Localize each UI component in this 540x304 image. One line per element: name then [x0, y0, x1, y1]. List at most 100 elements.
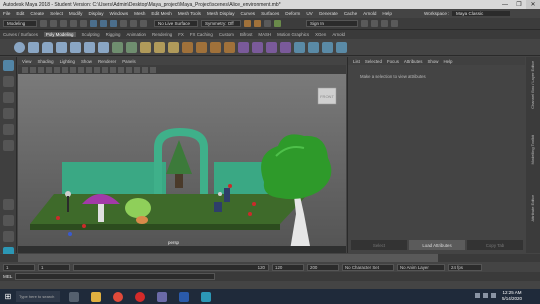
separate-icon[interactable]: [154, 41, 165, 53]
lasso-tool-icon[interactable]: [3, 76, 14, 87]
move-tool-icon[interactable]: [3, 108, 14, 119]
render-settings-icon[interactable]: [264, 20, 271, 27]
multi-cut-icon[interactable]: [266, 41, 277, 53]
live-surface-field[interactable]: No Live Surface: [154, 20, 198, 27]
character-set-dropdown[interactable]: No Character Set: [342, 263, 394, 271]
extract-icon[interactable]: [168, 41, 179, 53]
tool-settings-icon[interactable]: [381, 20, 388, 27]
select-hierarchy-icon[interactable]: [90, 20, 97, 27]
menu-curves[interactable]: Curves: [241, 11, 256, 16]
menu-select[interactable]: Select: [50, 11, 63, 16]
end-time-field[interactable]: 200: [307, 263, 339, 271]
taskbar-clock[interactable]: 12:25 AM 5/14/2020: [502, 290, 522, 302]
snap-grid-icon[interactable]: [120, 20, 127, 27]
windows-start-icon[interactable]: ⊞: [2, 291, 14, 303]
open-scene-icon[interactable]: [50, 20, 57, 27]
modeling-toolkit-icon[interactable]: [361, 20, 368, 27]
viewport-scene[interactable]: FRONT: [18, 74, 346, 250]
menu-file[interactable]: File: [3, 11, 10, 16]
menu-generate[interactable]: Generate: [319, 11, 338, 16]
menu-uv[interactable]: UV: [306, 11, 312, 16]
resolution-gate-icon[interactable]: [62, 66, 68, 73]
poly-cone-icon[interactable]: [56, 41, 67, 53]
vp-menu-renderer[interactable]: Renderer: [98, 59, 116, 64]
workspace-dropdown[interactable]: Maya Classic: [452, 11, 510, 16]
ae-menu-show[interactable]: Show: [427, 59, 438, 64]
battery-icon[interactable]: [491, 293, 496, 298]
shelf-tab-poly-modeling[interactable]: Poly Modeling: [43, 32, 76, 37]
mel-label[interactable]: MEL: [3, 274, 12, 279]
volume-icon[interactable]: [483, 293, 488, 298]
target-weld-icon[interactable]: [280, 41, 291, 53]
ambient-occlusion-icon[interactable]: [110, 66, 116, 73]
explorer-icon[interactable]: [88, 290, 104, 303]
viewcube[interactable]: FRONT: [317, 87, 337, 105]
automatic-uv-icon[interactable]: [336, 41, 347, 53]
shelf-tab-mash[interactable]: MASH: [258, 32, 271, 37]
new-scene-icon[interactable]: [40, 20, 47, 27]
snap-point-icon[interactable]: [140, 20, 147, 27]
time-ruler[interactable]: [18, 254, 438, 262]
paint-select-icon[interactable]: [3, 92, 14, 103]
poly-cylinder-icon[interactable]: [42, 41, 53, 53]
append-polygon-icon[interactable]: [238, 41, 249, 53]
maximize-button[interactable]: ❐: [512, 0, 526, 9]
vp-menu-show[interactable]: Show: [81, 59, 92, 64]
attribute-editor-icon[interactable]: [371, 20, 378, 27]
undo-icon[interactable]: [70, 20, 77, 27]
menu-deform[interactable]: Deform: [285, 11, 300, 16]
bookmarks-icon[interactable]: [30, 66, 36, 73]
mel-input[interactable]: [15, 273, 216, 280]
anim-layer-dropdown[interactable]: No Anim Layer: [397, 263, 445, 271]
shelf-tab-motion-graphics[interactable]: Motion Graphics: [277, 32, 309, 37]
redo-icon[interactable]: [80, 20, 87, 27]
select-tool-icon[interactable]: [3, 60, 14, 71]
shadows-icon[interactable]: [102, 66, 108, 73]
menu-arnold[interactable]: Arnold: [363, 11, 376, 16]
vp-menu-view[interactable]: View: [22, 59, 31, 64]
four-view-icon[interactable]: [3, 215, 14, 226]
vp-menu-lighting[interactable]: Lighting: [60, 59, 75, 64]
ae-menu-help[interactable]: Help: [443, 59, 452, 64]
range-bar[interactable]: 120: [73, 263, 269, 271]
combine-icon[interactable]: [140, 41, 151, 53]
bridge-icon[interactable]: [196, 41, 207, 53]
menu-cache[interactable]: Cache: [344, 11, 357, 16]
ae-menu-focus[interactable]: Focus: [387, 59, 399, 64]
image-plane-icon[interactable]: [38, 66, 44, 73]
close-button[interactable]: ✕: [526, 0, 540, 9]
range-start-field[interactable]: 1: [38, 263, 70, 271]
xray-joints-icon[interactable]: [142, 66, 148, 73]
shelf-tab-arnold[interactable]: Arnold: [332, 32, 345, 37]
poly-disc-icon[interactable]: [98, 41, 109, 53]
isolate-select-icon[interactable]: [126, 66, 132, 73]
menu-surfaces[interactable]: Surfaces: [261, 11, 279, 16]
vp-menu-shading[interactable]: Shading: [37, 59, 53, 64]
ae-menu-attributes[interactable]: Attributes: [404, 59, 423, 64]
smooth-shade-icon[interactable]: [78, 66, 84, 73]
menu-mesh-display[interactable]: Mesh Display: [207, 11, 235, 16]
camera-attributes-icon[interactable]: [22, 66, 28, 73]
textured-icon[interactable]: [86, 66, 92, 73]
menu-help[interactable]: Help: [382, 11, 391, 16]
bevel-icon[interactable]: [224, 41, 235, 53]
shelf-tab-curves-surfaces[interactable]: Curves / Surfaces: [3, 32, 38, 37]
ipr-render-icon[interactable]: [254, 20, 261, 27]
load-attributes-button[interactable]: Load Attributes: [409, 240, 465, 250]
poly-sphere-icon[interactable]: [14, 41, 25, 53]
select-object-icon[interactable]: [100, 20, 107, 27]
shelf-tab-fx[interactable]: FX: [178, 32, 184, 37]
shelf-tab-sculpting[interactable]: Sculpting: [82, 32, 100, 37]
opera-icon[interactable]: [132, 290, 148, 303]
xray-icon[interactable]: [134, 66, 140, 73]
range-end-field[interactable]: 120: [272, 263, 304, 271]
shelf-tab-rigging[interactable]: Rigging: [106, 32, 121, 37]
taskbar-search[interactable]: Type here to search: [16, 291, 60, 302]
menu-edit[interactable]: Edit: [16, 11, 24, 16]
poly-pyramid-icon[interactable]: [126, 41, 137, 53]
extrude-icon[interactable]: [210, 41, 221, 53]
menu-display[interactable]: Display: [88, 11, 103, 16]
tab-attribute-editor[interactable]: Attribute Editor: [530, 195, 535, 221]
planar-uv-icon[interactable]: [322, 41, 333, 53]
scale-tool-icon[interactable]: [3, 140, 14, 151]
